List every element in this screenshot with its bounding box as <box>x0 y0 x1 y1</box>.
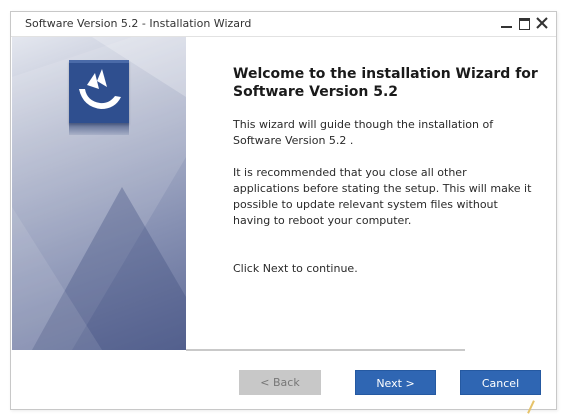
welcome-heading: Welcome to the installation Wizard for S… <box>233 66 538 100</box>
welcome-content: Welcome to the installation Wizard for S… <box>233 65 543 277</box>
watermark-slash <box>527 400 535 414</box>
window-controls <box>499 15 550 33</box>
title-bar: Software Version 5.2 - Installation Wiza… <box>11 12 556 37</box>
continue-instruction: Click Next to continue. <box>233 262 358 275</box>
close-icon[interactable] <box>535 15 550 31</box>
footer-divider <box>186 349 465 351</box>
watermark-fragment <box>474 400 544 416</box>
next-button[interactable]: Next > <box>355 370 436 395</box>
window-title: Software Version 5.2 - Installation Wiza… <box>25 17 252 30</box>
back-button[interactable]: < Back <box>239 370 321 395</box>
minimize-icon[interactable] <box>499 15 514 31</box>
cancel-button[interactable]: Cancel <box>460 370 541 395</box>
maximize-icon[interactable] <box>517 15 532 31</box>
recommendation-text: It is recommended that you close all oth… <box>233 166 532 227</box>
installer-window: Software Version 5.2 - Installation Wiza… <box>10 11 557 410</box>
logo-reflection <box>69 123 129 135</box>
installer-logo-icon <box>69 60 129 123</box>
side-banner <box>12 37 186 350</box>
intro-text: This wizard will guide though the instal… <box>233 118 494 147</box>
